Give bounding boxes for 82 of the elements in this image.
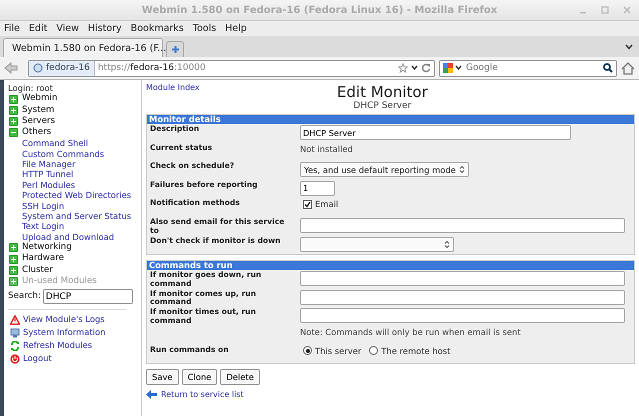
category-item[interactable]: System (9, 104, 141, 116)
category-item[interactable]: Others (9, 127, 141, 138)
radio-label: The remote host (381, 346, 450, 356)
updown-icon (444, 240, 450, 249)
module-index-link[interactable]: Module Index (146, 83, 200, 114)
note-text: Note: Commands will only be run when email is sent (300, 326, 521, 337)
search-icon[interactable] (603, 63, 613, 73)
login-label: Login: root (8, 83, 54, 93)
refresh-icon (10, 340, 20, 351)
back-arrow-icon[interactable] (4, 62, 18, 74)
module-link[interactable]: Upload and Download (22, 232, 141, 242)
menu-item[interactable]: File (4, 23, 20, 34)
form-button[interactable]: Delete (220, 369, 260, 386)
category-item[interactable]: Networking (9, 242, 141, 254)
menu-item[interactable]: Edit (28, 23, 48, 34)
module-link[interactable]: File Manager (22, 159, 141, 170)
checkbox[interactable] (303, 200, 312, 209)
action-link[interactable]: View Module's Logs (10, 313, 141, 326)
action-link[interactable]: Refresh Modules (10, 339, 141, 352)
form-button[interactable]: Save (146, 369, 179, 386)
radio-label: This server (315, 346, 362, 356)
power-icon (10, 354, 20, 364)
module-link[interactable]: Protected Web Directories (22, 190, 141, 201)
radio-button[interactable] (303, 346, 312, 356)
text-field[interactable] (300, 308, 625, 324)
module-link[interactable]: System and Server Status (22, 211, 141, 222)
category-item[interactable]: Webmin (9, 93, 141, 105)
search-field[interactable]: DHCP (42, 289, 133, 304)
maximize-icon[interactable] (601, 6, 609, 14)
caret-icon[interactable] (455, 65, 462, 71)
menu-item[interactable]: Bookmarks (130, 23, 184, 34)
page-title: Edit Monitor (336, 83, 428, 101)
search-field[interactable]: Google (464, 63, 601, 73)
category-item[interactable]: Cluster (9, 264, 141, 276)
category-item[interactable]: Hardware (9, 253, 141, 265)
menu-item[interactable]: History (88, 23, 122, 34)
status-text: Not installed (300, 144, 353, 154)
module-link[interactable]: Command Shell (22, 138, 141, 149)
category-item[interactable]: Servers (9, 116, 141, 128)
section-header: Commands to run (147, 261, 634, 270)
computer-icon (10, 328, 20, 338)
page-subtitle: DHCP Server (353, 101, 412, 112)
text-field[interactable] (300, 218, 625, 233)
section-header: Monitor details (147, 115, 634, 124)
dropdown[interactable] (300, 236, 454, 252)
module-link[interactable]: Perl Modules (22, 180, 141, 190)
home-icon[interactable] (621, 62, 635, 74)
warning-icon (10, 314, 20, 325)
star-icon[interactable] (398, 63, 408, 73)
plus-icon (170, 45, 180, 54)
module-link[interactable]: SSH Login (22, 200, 141, 212)
menu-item[interactable]: Tools (192, 23, 216, 34)
radio-button[interactable] (369, 346, 378, 356)
search-bar[interactable]: Google (439, 60, 617, 76)
action-link[interactable]: Logout (10, 352, 141, 366)
text-field[interactable]: 1 (300, 180, 335, 196)
browser-tab[interactable]: Webmin 1.580 on Fedora-16 (F... (3, 38, 163, 57)
menu-item[interactable]: View (56, 23, 79, 34)
back-arrow-icon (146, 390, 157, 400)
address-field[interactable]: fedora-16 https://fedora-16:10000 (28, 60, 435, 76)
return-link[interactable]: Return to service list (161, 390, 244, 400)
module-link[interactable]: Custom Commands (22, 148, 141, 160)
window-title: Webmin 1.580 on Fedora-16 (Fedora Linux 16) - Mozilla Firefox (142, 4, 498, 16)
text-field[interactable] (300, 271, 625, 286)
updown-icon (458, 165, 465, 174)
module-link[interactable]: Text Login (22, 221, 141, 232)
caret-icon[interactable] (625, 44, 633, 50)
caret-icon[interactable] (411, 65, 418, 71)
site-identity[interactable]: fedora-16 (29, 60, 95, 76)
menu-item[interactable]: Help (225, 23, 247, 34)
dropdown[interactable]: Yes, and use default reporting mode (300, 162, 469, 178)
search-label: Search: (8, 291, 41, 302)
text-field[interactable]: DHCP Server (300, 125, 571, 140)
form-button[interactable]: Clone (182, 369, 218, 386)
module-link[interactable]: HTTP Tunnel (22, 169, 141, 180)
checkbox-label: Email (315, 199, 338, 210)
close-icon[interactable] (623, 6, 631, 14)
text-field[interactable] (300, 290, 625, 305)
new-tab-button[interactable] (166, 41, 184, 57)
action-link[interactable]: System Information (10, 326, 141, 340)
url-text: https://fedora-16:10000 (98, 63, 206, 73)
globe-icon (33, 63, 43, 73)
